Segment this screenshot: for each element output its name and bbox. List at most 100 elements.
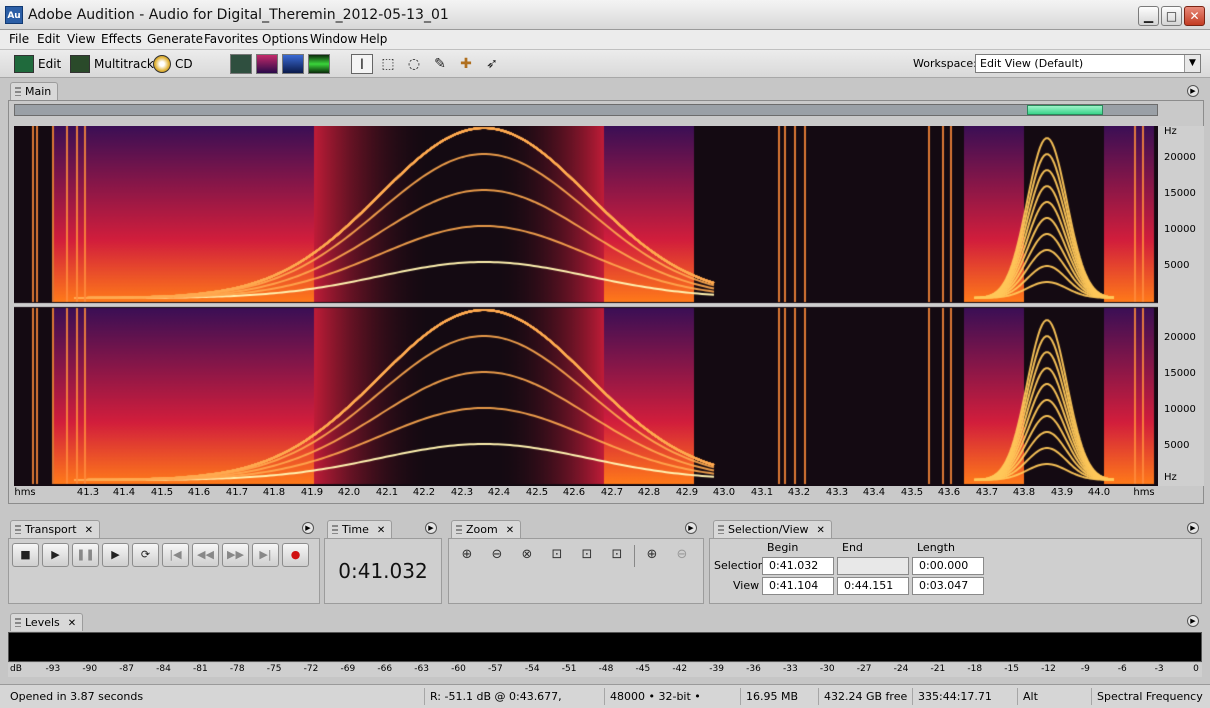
waveform-display-icon[interactable] (230, 54, 252, 74)
time-tick: 42.2 (412, 487, 436, 498)
tab-selection-view[interactable]: Selection/View ✕ (713, 520, 832, 538)
time-tick: 41.8 (262, 487, 286, 498)
status-view-mode: Spectral Frequency (1091, 688, 1206, 705)
view-end-field[interactable]: 0:44.151 (837, 577, 909, 595)
close-icon[interactable]: ✕ (85, 525, 93, 536)
time-tick: 43.1 (750, 487, 774, 498)
zoom-out-full-icon[interactable]: ⊗ (515, 545, 539, 565)
status-free-time: 335:44:17.71 free (912, 688, 1015, 708)
close-button[interactable]: ✕ (1184, 6, 1205, 26)
level-tick: -84 (156, 664, 171, 674)
go-to-start-button[interactable]: |◀ (162, 543, 189, 567)
zoom-divider (634, 545, 635, 567)
marquee-icon[interactable]: ⬚ (377, 54, 399, 74)
multitrack-view-button[interactable]: Multitrack (70, 53, 154, 75)
level-tick: -36 (746, 664, 761, 674)
record-button[interactable]: ● (282, 543, 309, 567)
menu-window[interactable]: Window (310, 32, 357, 46)
time-tick: 43.0 (712, 487, 736, 498)
zoom-selection-icon[interactable]: ⊡ (605, 545, 629, 565)
status-format: 48000 • 32-bit • Stereo (604, 688, 738, 708)
spectral-pan-display-icon[interactable] (282, 54, 304, 74)
panel-menu-icon[interactable]: ▶ (1187, 522, 1199, 534)
level-tick: -90 (82, 664, 98, 674)
zoom-in-horizontal-icon[interactable]: ⊕ (455, 545, 479, 565)
menu-view[interactable]: View (67, 32, 95, 46)
time-tick: 41.4 (112, 487, 136, 498)
zoom-in-vertical-icon[interactable]: ⊕ (640, 545, 664, 565)
view-begin-field[interactable]: 0:41.104 (762, 577, 834, 595)
pause-button[interactable]: ❚❚ (72, 543, 99, 567)
close-icon[interactable]: ✕ (68, 618, 76, 629)
selection-begin-field[interactable]: 0:41.032 (762, 557, 834, 575)
menu-effects[interactable]: Effects (101, 32, 142, 46)
selection-length-field[interactable]: 0:00.000 (912, 557, 984, 575)
overview-scrollbar[interactable] (14, 104, 1158, 116)
panel-menu-icon[interactable]: ▶ (302, 522, 314, 534)
level-tick: -15 (1004, 664, 1019, 674)
workspace-select[interactable]: Edit View (Default) ▼ (975, 54, 1201, 73)
spot-heal-icon[interactable]: ✚ (455, 54, 477, 74)
panel-menu-icon[interactable]: ▶ (1187, 85, 1199, 97)
level-tick: -63 (414, 664, 429, 674)
freq-unit-bottom: Hz (1164, 472, 1177, 483)
close-icon[interactable]: ✕ (377, 525, 385, 536)
maximize-button[interactable]: □ (1161, 6, 1182, 26)
scrub-icon[interactable]: ➶ (481, 54, 503, 74)
fast-forward-button[interactable]: ▶▶ (222, 543, 249, 567)
menu-edit[interactable]: Edit (37, 32, 60, 46)
time-tick: 42.4 (487, 487, 511, 498)
zoom-out-vertical-icon[interactable]: ⊖ (670, 545, 694, 565)
minimize-button[interactable]: ▁ (1138, 6, 1159, 26)
tab-main[interactable]: Main (10, 82, 59, 100)
level-tick: -30 (819, 664, 835, 674)
tab-zoom[interactable]: Zoom ✕ (451, 520, 522, 538)
edit-view-button[interactable]: Edit (14, 53, 61, 75)
tab-levels[interactable]: Levels ✕ (10, 613, 84, 631)
menu-options[interactable]: Options (262, 32, 308, 46)
panel-menu-icon[interactable]: ▶ (1187, 615, 1199, 627)
freq-tick: 10000 (1164, 404, 1196, 415)
close-icon[interactable]: ✕ (506, 525, 514, 536)
level-tick: dB (10, 664, 22, 674)
close-icon[interactable]: ✕ (817, 525, 825, 536)
zoom-in-right-icon[interactable]: ⊡ (575, 545, 599, 565)
menu-bar: File Edit View Effects Generate Favorite… (0, 30, 1210, 50)
status-modifier: Alt (1017, 688, 1089, 705)
time-selection-icon[interactable]: I (351, 54, 373, 74)
spectral-frequency-display-icon[interactable] (256, 54, 278, 74)
go-to-end-button[interactable]: ▶| (252, 543, 279, 567)
level-tick: -45 (635, 664, 651, 674)
menu-help[interactable]: Help (360, 32, 387, 46)
zoom-out-horizontal-icon[interactable]: ⊖ (485, 545, 509, 565)
stop-button[interactable]: ■ (12, 543, 39, 567)
play-button[interactable]: ▶ (42, 543, 69, 567)
time-tick: 41.9 (300, 487, 324, 498)
tab-transport[interactable]: Transport ✕ (10, 520, 101, 538)
cd-view-button[interactable]: CD (153, 53, 193, 75)
panel-menu-icon[interactable]: ▶ (685, 522, 697, 534)
time-unit-right: hms (1133, 487, 1155, 498)
cd-label: CD (175, 57, 193, 71)
menu-generate[interactable]: Generate (147, 32, 203, 46)
menu-file[interactable]: File (9, 32, 29, 46)
tab-time[interactable]: Time ✕ (327, 520, 393, 538)
rewind-button[interactable]: ◀◀ (192, 543, 219, 567)
time-tick: 43.3 (825, 487, 849, 498)
lasso-icon[interactable]: ◌ (403, 54, 425, 74)
overview-thumb[interactable] (1027, 105, 1103, 115)
time-tick: 41.3 (76, 487, 100, 498)
view-length-field[interactable]: 0:03.047 (912, 577, 984, 595)
spectral-phase-display-icon[interactable] (308, 54, 330, 74)
zoom-in-left-icon[interactable]: ⊡ (545, 545, 569, 565)
spectral-display[interactable] (14, 126, 1158, 486)
freq-tick: 15000 (1164, 188, 1196, 199)
panel-menu-icon[interactable]: ▶ (425, 522, 437, 534)
levels-meter (8, 632, 1202, 662)
brush-icon[interactable]: ✎ (429, 54, 451, 74)
selection-end-field[interactable] (837, 557, 909, 575)
menu-favorites[interactable]: Favorites (204, 32, 258, 46)
play-to-end-button[interactable]: ▶ (102, 543, 129, 567)
loop-button[interactable]: ⟳ (132, 543, 159, 567)
header-begin: Begin (767, 541, 799, 554)
